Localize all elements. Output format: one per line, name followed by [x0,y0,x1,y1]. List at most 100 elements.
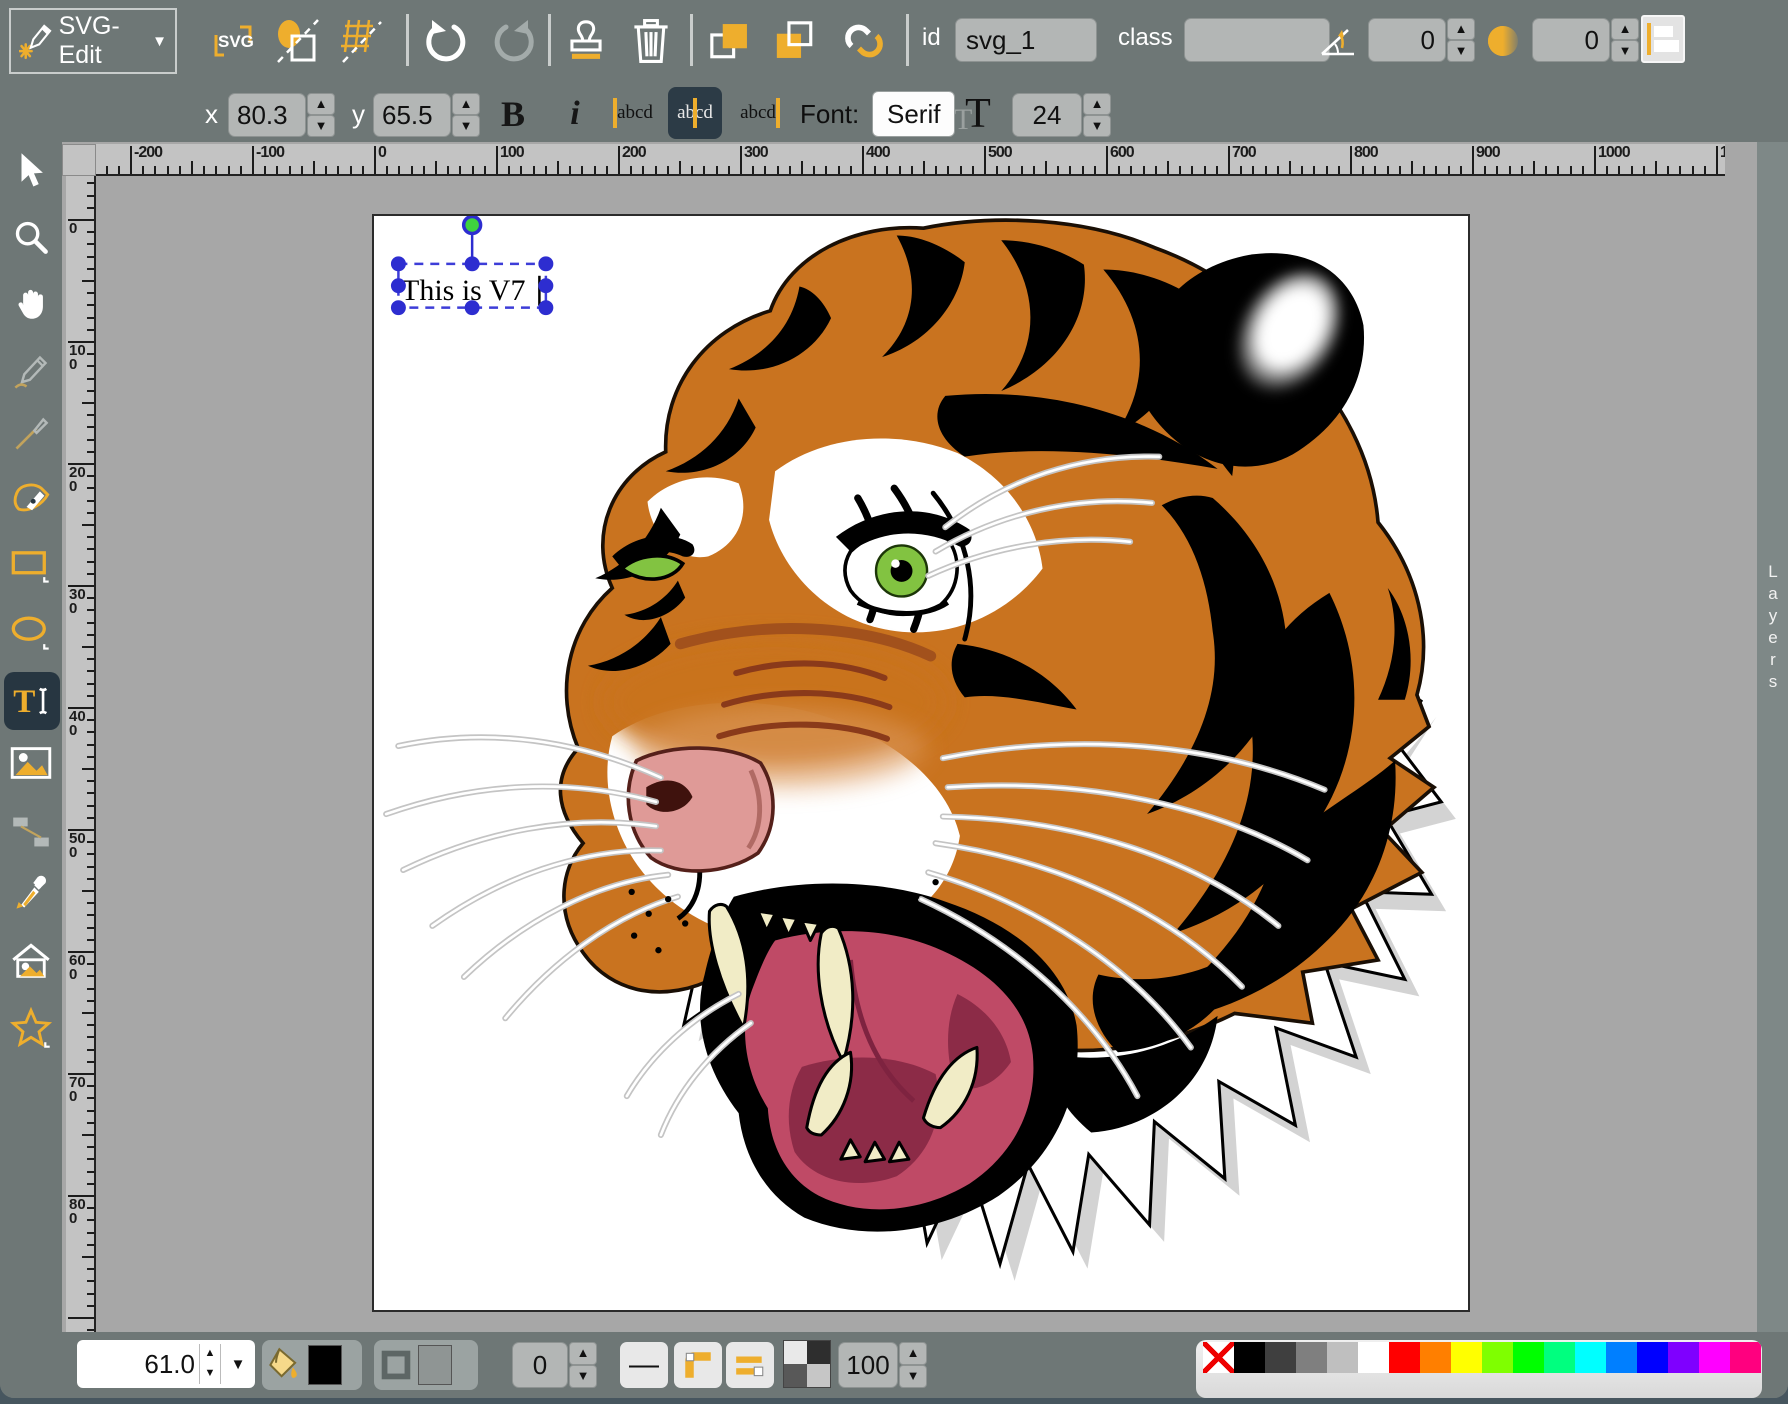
palette-swatch-ffff00[interactable] [1451,1342,1482,1373]
shape-library-button[interactable] [272,14,324,68]
palette-swatch-bfbfbf[interactable] [1327,1342,1358,1373]
grid-button[interactable] [335,14,387,68]
svg-canvas[interactable]: This is V7 [372,214,1470,1312]
vertical-ruler: 0100200300400500600700800 [66,176,96,1332]
stroke-dash-button[interactable]: — [620,1342,668,1388]
zoom-control[interactable]: 61.0 ▲▼ ▼ [77,1340,255,1388]
blur-spinner[interactable]: ▲▼ [1611,18,1639,62]
link-icon [839,18,889,64]
pencil-tool[interactable] [7,348,55,396]
zoom-spinner[interactable]: ▲▼ [199,1344,221,1384]
opacity-input[interactable] [838,1342,898,1388]
text-tool[interactable]: T [4,672,60,730]
selection-handles[interactable] [391,256,553,315]
x-label: x [205,99,218,130]
element-id-input[interactable] [955,18,1097,62]
align-option-icon [1645,19,1681,59]
rectangle-tool[interactable] [7,541,55,589]
bold-button[interactable]: B [490,89,536,139]
font-size-input[interactable] [1012,93,1082,137]
image-tool[interactable] [7,739,55,787]
x-spinner[interactable]: ▲▼ [307,93,335,137]
palette-swatch-00ffff[interactable] [1575,1342,1606,1373]
rectangle-icon [10,545,52,585]
align-to-page-button[interactable] [1641,15,1685,63]
font-size-spinner[interactable]: ▲▼ [1083,93,1111,137]
stroke-color-swatch[interactable] [418,1345,452,1385]
shape-house-icon [10,942,52,982]
text-icon: T [11,680,53,722]
palette-swatch-00ff00[interactable] [1513,1342,1544,1373]
toolbar-separator [406,14,409,66]
font-family-button[interactable]: Serif [872,91,955,137]
angle-spinner[interactable]: ▲▼ [1447,18,1475,62]
library-tool[interactable] [7,938,55,986]
rotate-handle[interactable] [464,216,481,233]
select-tool[interactable] [7,147,55,195]
eyedropper-tool[interactable] [7,869,55,917]
palette-swatch-7f7f7f[interactable] [1296,1342,1327,1373]
undo-button[interactable] [420,14,472,68]
source-code-icon: SVG [210,21,256,61]
palette-swatch-ff7f00[interactable] [1420,1342,1451,1373]
text-anchor-middle-button[interactable]: abcd [668,87,722,139]
anchor-end-bar-icon [776,98,780,128]
star-tool[interactable] [7,1004,55,1052]
palette-swatch-ffffff[interactable] [1358,1342,1389,1373]
line-tool[interactable] [7,410,55,458]
palette-swatch-007fff[interactable] [1606,1342,1637,1373]
opacity-indicator[interactable] [783,1340,831,1388]
italic-button[interactable]: i [552,89,598,139]
text-anchor-start-button[interactable]: abcd [606,87,660,139]
make-link-button[interactable] [838,14,890,68]
palette-swatch-7fff00[interactable] [1482,1342,1513,1373]
redo-button[interactable] [488,14,540,68]
angle-input[interactable] [1368,18,1446,62]
svg-edit-application: SVG-Edit ▼ SVG [0,0,1788,1398]
palette-swatch-000000[interactable] [1234,1342,1265,1373]
pan-tool[interactable] [7,279,55,327]
main-menu-button[interactable]: SVG-Edit ▼ [9,8,177,74]
stroke-color-group[interactable] [374,1340,478,1390]
star-icon [9,1007,53,1049]
delete-button[interactable] [625,14,677,68]
palette-swatch-00ff7f[interactable] [1544,1342,1575,1373]
palette-swatch-7f00ff[interactable] [1668,1342,1699,1373]
opacity-spinner[interactable]: ▲▼ [899,1342,927,1388]
pencil-icon [12,353,50,391]
zoom-tool[interactable] [7,213,55,261]
palette-swatch-3f3f3f[interactable] [1265,1342,1296,1373]
line-icon [12,415,50,453]
linejoin-button[interactable] [674,1342,722,1388]
element-class-input[interactable] [1184,18,1330,62]
stroke-width-input[interactable] [512,1342,568,1388]
palette-swatch-0000ff[interactable] [1637,1342,1668,1373]
text-context-toolbar: x ▲▼ y ▲▼ B i abcd abcd abcd Font: Serif… [0,85,1788,142]
connector-tool[interactable] [7,808,55,856]
fill-color-group[interactable] [262,1340,362,1390]
palette-swatch-ff00ff[interactable] [1699,1342,1730,1373]
x-position-input[interactable] [228,93,306,137]
fill-color-swatch[interactable] [308,1345,342,1385]
palette-swatch-ff007f[interactable] [1730,1342,1761,1373]
text-anchor-end-button[interactable]: abcd [733,87,787,139]
clone-button[interactable] [560,14,612,68]
y-spinner[interactable]: ▲▼ [452,93,480,137]
stroke-width-spinner[interactable]: ▲▼ [569,1342,597,1388]
layers-panel-toggle[interactable]: Layers [1757,142,1788,1332]
tools-sidebar: T [0,142,62,1332]
y-position-input[interactable] [373,93,451,137]
path-tool[interactable] [7,474,55,522]
move-to-bottom-icon [771,18,819,64]
toolbar-separator [548,14,551,66]
paint-bucket-icon [268,1347,302,1383]
edit-source-button[interactable]: SVG [207,14,259,68]
blur-input[interactable] [1532,18,1610,62]
linecap-button[interactable] [726,1342,774,1388]
move-to-bottom-button[interactable] [769,14,821,68]
font-label: Font: [800,99,859,130]
palette-swatch-ff0000[interactable] [1389,1342,1420,1373]
move-to-top-button[interactable] [704,14,756,68]
palette-swatch-none[interactable] [1203,1342,1234,1373]
ellipse-tool[interactable] [7,608,55,656]
